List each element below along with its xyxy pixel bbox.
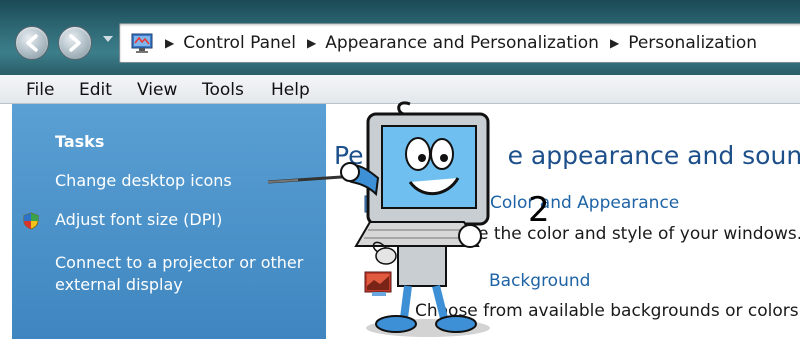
forward-arrow-icon <box>69 34 81 52</box>
back-arrow-icon <box>26 34 38 52</box>
color-appearance-description: e the color and style of your windows. <box>478 224 800 244</box>
breadcrumb-appearance[interactable]: Appearance and Personalization <box>325 33 599 53</box>
task-change-desktop-icons[interactable]: Change desktop icons <box>55 170 232 192</box>
recent-pages-dropdown[interactable] <box>103 36 113 42</box>
computer-mascot-illustration <box>267 101 490 337</box>
back-button[interactable] <box>15 26 49 60</box>
menu-view[interactable]: View <box>137 80 177 100</box>
color-appearance-link[interactable]: Color and Appearance <box>490 193 679 213</box>
breadcrumb-personalization[interactable]: Personalization <box>628 33 757 53</box>
menu-edit[interactable]: Edit <box>79 80 112 100</box>
page-title-end: e appearance and sounds <box>507 141 800 170</box>
breadcrumb-separator-icon: ▶ <box>306 36 317 50</box>
control-panel-icon <box>131 33 153 53</box>
tasks-heading: Tasks <box>55 132 105 151</box>
title-bar: ▶ Control Panel ▶ Appearance and Persona… <box>0 0 800 75</box>
shield-icon <box>23 212 39 230</box>
forward-button[interactable] <box>58 26 92 60</box>
menu-tools[interactable]: Tools <box>202 80 244 100</box>
breadcrumb-separator-icon: ▶ <box>609 36 620 50</box>
breadcrumb-separator-icon: ▶ <box>165 36 175 50</box>
address-bar[interactable]: ▶ Control Panel ▶ Appearance and Persona… <box>119 23 800 63</box>
task-adjust-font-size[interactable]: Adjust font size (DPI) <box>55 209 222 231</box>
menu-file[interactable]: File <box>26 80 54 100</box>
breadcrumb-control-panel[interactable]: Control Panel <box>183 33 296 53</box>
window-left-margin <box>0 104 12 339</box>
